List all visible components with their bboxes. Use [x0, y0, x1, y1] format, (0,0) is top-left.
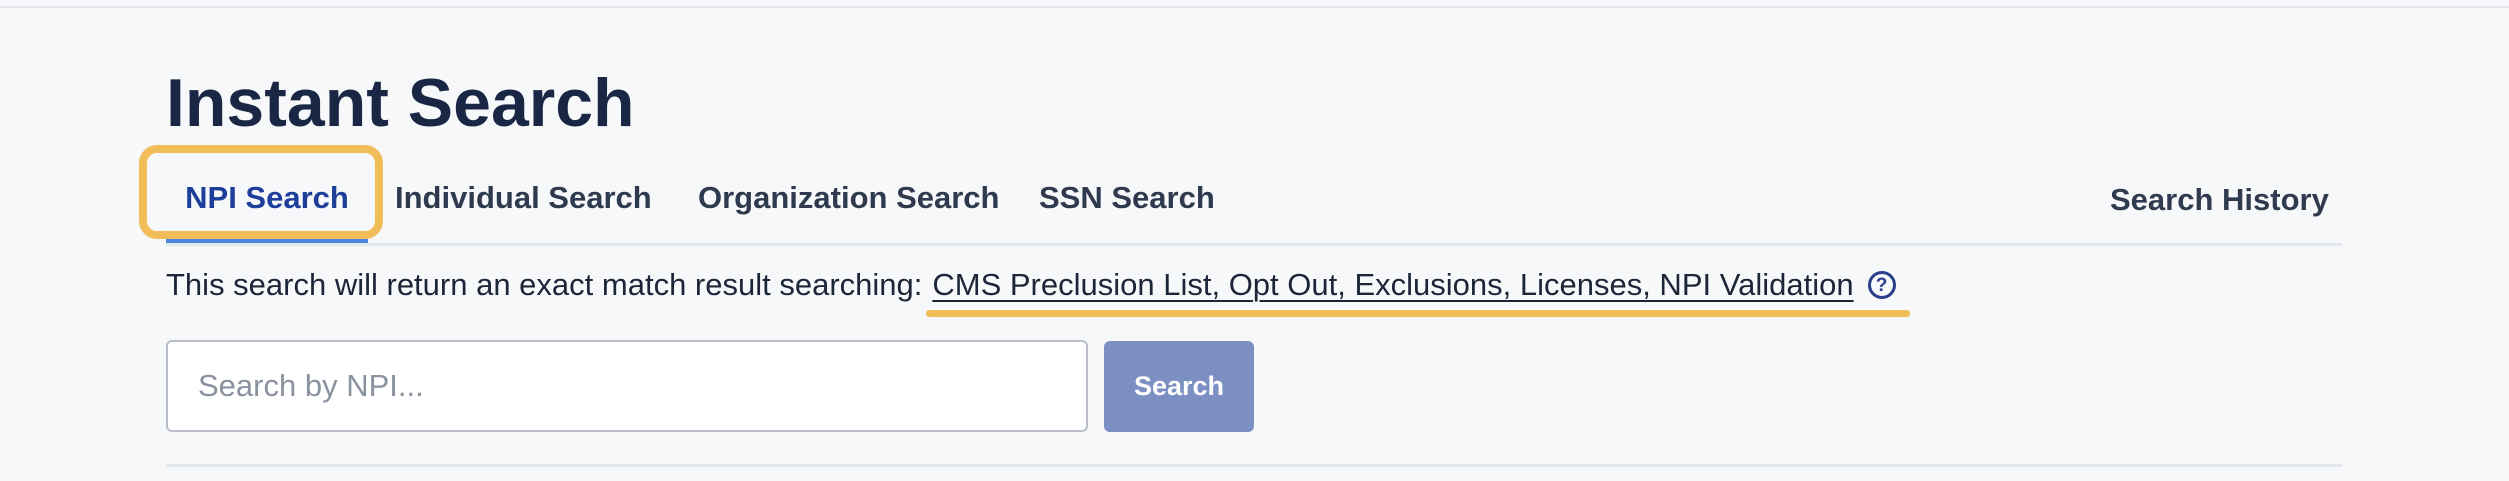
tabs-divider: [166, 243, 2342, 246]
question-circle-icon[interactable]: ?: [1867, 271, 1896, 299]
search-sources-description: This search will return an exact match r…: [166, 263, 1910, 317]
tab-label: NPI Search: [185, 179, 349, 215]
tab-individual-search[interactable]: Individual Search: [395, 152, 652, 243]
sources-prefix: This search will return an exact match r…: [166, 267, 923, 302]
sources-list-link[interactable]: CMS Preclusion List, Opt Out, Exclusions…: [926, 267, 1910, 317]
search-history-label: Search History: [2110, 181, 2329, 217]
top-divider: [0, 6, 2509, 8]
search-tabs: NPI Search Individual Search Organizatio…: [139, 145, 2342, 246]
section-divider: [166, 464, 2342, 467]
tab-npi-search[interactable]: NPI Search: [139, 145, 383, 244]
tab-label: Individual Search: [395, 179, 652, 215]
search-button[interactable]: Search: [1104, 341, 1254, 432]
sources-list-text: CMS Preclusion List, Opt Out, Exclusions…: [932, 267, 1854, 302]
npi-search-input[interactable]: [166, 340, 1088, 432]
tab-ssn-search[interactable]: SSN Search: [1039, 152, 1215, 243]
search-history-link[interactable]: Search History: [2110, 154, 2329, 245]
page-title: Instant Search: [166, 65, 635, 141]
tab-label: Organization Search: [698, 179, 1000, 215]
tab-label: SSN Search: [1039, 179, 1215, 215]
tab-organization-search[interactable]: Organization Search: [698, 152, 999, 243]
